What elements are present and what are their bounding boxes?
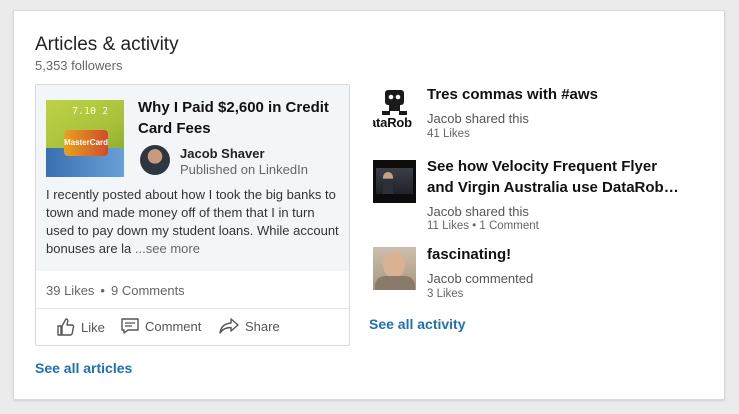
like-button[interactable]: Like bbox=[56, 317, 105, 337]
divider bbox=[36, 308, 349, 309]
see-all-articles-link[interactable]: See all articles bbox=[35, 360, 132, 376]
activity-meta: Jacob shared this bbox=[427, 204, 529, 219]
activity-stats[interactable]: 3 Likes bbox=[427, 288, 463, 300]
robot-icon bbox=[382, 90, 407, 115]
comment-label: Comment bbox=[145, 318, 202, 334]
article-excerpt: I recently posted about how I took the b… bbox=[46, 186, 342, 258]
articles-activity-card: Articles & activity 5,353 followers 7.10… bbox=[13, 10, 725, 400]
likes-count[interactable]: 39 Likes bbox=[46, 283, 94, 298]
activity-item[interactable]: fascinating! Jacob commented 3 Likes bbox=[373, 244, 703, 304]
article-thumbnail[interactable]: 7.10 2 MasterCard bbox=[46, 100, 124, 177]
article-title[interactable]: Why I Paid $2,600 in Credit Card Fees bbox=[138, 97, 343, 139]
activity-title-line2[interactable]: and Virgin Australia use DataRob… bbox=[427, 177, 679, 198]
person-body bbox=[375, 276, 415, 290]
activity-item[interactable]: ataRob Tres commas with #aws Jacob share… bbox=[373, 84, 703, 144]
comment-button[interactable]: Comment bbox=[120, 317, 201, 335]
thumbs-up-icon bbox=[57, 318, 75, 336]
speaker-figure bbox=[383, 172, 393, 194]
article-counts: 39 Likes • 9 Comments bbox=[46, 283, 185, 298]
share-arrow-icon bbox=[219, 318, 239, 334]
author-name[interactable]: Jacob Shaver bbox=[180, 146, 265, 161]
activity-title[interactable]: Tres commas with #aws bbox=[427, 84, 598, 105]
comment-icon bbox=[121, 318, 139, 334]
activity-title[interactable]: See how Velocity Frequent Flyer bbox=[427, 156, 657, 177]
card-number-text: 7.10 2 bbox=[72, 106, 109, 117]
followers-count: 5,353 followers bbox=[35, 58, 123, 73]
person-head bbox=[383, 252, 405, 278]
person-photo[interactable] bbox=[373, 247, 416, 290]
activity-stats[interactable]: 11 Likes • 1 Comment bbox=[427, 220, 539, 232]
activity-title[interactable]: fascinating! bbox=[427, 244, 511, 265]
activity-meta: Jacob shared this bbox=[427, 111, 529, 126]
share-label: Share bbox=[245, 318, 280, 334]
like-label: Like bbox=[81, 319, 105, 335]
activity-stats[interactable]: 41 Likes bbox=[427, 128, 470, 140]
mastercard-logo: MasterCard bbox=[64, 130, 108, 156]
article-header[interactable]: 7.10 2 MasterCard Why I Paid $2,600 in C… bbox=[36, 85, 349, 271]
datarobot-wordmark: ataRob bbox=[373, 115, 412, 130]
see-all-activity-link[interactable]: See all activity bbox=[369, 316, 466, 332]
share-button[interactable]: Share bbox=[218, 317, 280, 335]
video-thumbnail[interactable] bbox=[373, 160, 416, 203]
activity-item[interactable]: See how Velocity Frequent Flyer and Virg… bbox=[373, 156, 703, 232]
comments-count[interactable]: 9 Comments bbox=[111, 283, 185, 298]
published-on: Published on LinkedIn bbox=[180, 162, 308, 177]
video-frame bbox=[376, 168, 413, 194]
author-avatar[interactable] bbox=[140, 145, 170, 175]
activity-meta: Jacob commented bbox=[427, 271, 534, 286]
see-more-link[interactable]: ...see more bbox=[135, 241, 200, 256]
datarobot-logo-icon[interactable]: ataRob bbox=[373, 87, 416, 130]
section-title: Articles & activity bbox=[35, 34, 179, 55]
article-card[interactable]: 7.10 2 MasterCard Why I Paid $2,600 in C… bbox=[35, 84, 350, 346]
